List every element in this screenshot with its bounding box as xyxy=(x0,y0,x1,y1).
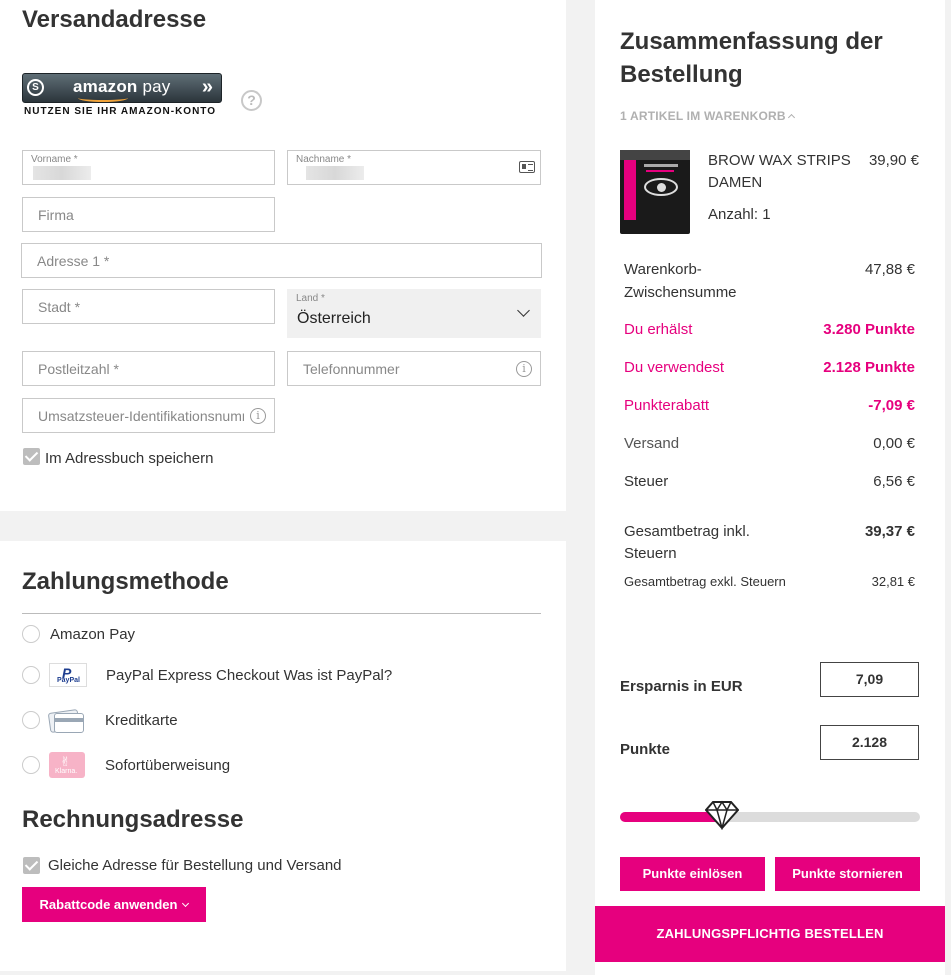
amazon-logo-pay: pay xyxy=(142,77,171,96)
points-earned-value: 3.280 Punkte xyxy=(823,321,915,338)
info-icon[interactable]: i xyxy=(516,361,532,377)
last-name-label: Nachname * xyxy=(296,154,352,165)
shipping-title: Versandadresse xyxy=(22,6,207,33)
amazon-pay-s-icon: S xyxy=(27,79,44,96)
savings-label: Ersparnis in EUR xyxy=(620,678,743,695)
cart-items-toggle[interactable]: 1 ARTIKEL IM WARENKORB xyxy=(620,109,795,123)
first-name-label: Vorname * xyxy=(31,154,78,165)
help-icon[interactable]: ? xyxy=(241,90,262,111)
points-used-label: Du verwendest xyxy=(624,359,725,376)
chevron-down-icon xyxy=(182,899,190,908)
radio-paypal[interactable] xyxy=(22,666,40,684)
payment-method-sofort[interactable]: Sofortüberweisung xyxy=(105,757,230,774)
amazon-pay-button[interactable]: S amazon pay » xyxy=(22,73,222,103)
same-address-checkbox[interactable] xyxy=(23,857,40,874)
shipping-cost-value: 0,00 € xyxy=(873,435,915,452)
points-discount-label: Punkterabatt xyxy=(624,397,710,414)
company-placeholder: Firma xyxy=(38,207,74,223)
points-used-value: 2.128 Punkte xyxy=(823,359,915,376)
subtotal-value: 47,88 € xyxy=(864,261,915,278)
points-earned-label: Du erhälst xyxy=(624,321,693,338)
net-total-value: 32,81 € xyxy=(871,574,915,589)
shipping-cost-label: Versand xyxy=(624,435,680,452)
net-total-label: Gesamtbetrag exkl. Steuern xyxy=(624,574,786,589)
points-input[interactable]: 2.128 xyxy=(820,725,919,760)
product-price: 39,90 € xyxy=(868,152,919,169)
total-label-line1: Gesamtbetrag inkl. xyxy=(624,523,750,540)
apply-coupon-button[interactable]: Rabattcode anwenden xyxy=(22,887,206,922)
points-slider[interactable] xyxy=(620,800,920,831)
summary-title-line1: Zusammenfassung der xyxy=(620,28,883,55)
amazon-pay-subtitle: NUTZEN SIE IHR AMAZON-KONTO xyxy=(24,106,216,117)
redeem-points-button[interactable]: Punkte einlösen xyxy=(620,857,765,891)
country-value: Österreich xyxy=(297,310,371,327)
save-address-label: Im Adressbuch speichern xyxy=(45,450,214,467)
summary-title-line2: Bestellung xyxy=(620,61,743,88)
radio-credit-card[interactable] xyxy=(22,711,40,729)
product-name-line2: DAMEN xyxy=(708,174,763,191)
product-quantity: Anzahl: 1 xyxy=(708,206,771,223)
payment-method-amazon-pay[interactable]: Amazon Pay xyxy=(50,626,135,643)
payment-divider xyxy=(22,613,541,614)
first-name-value-redacted xyxy=(33,166,91,180)
subtotal-label-line2: Zwischensumme xyxy=(624,284,737,301)
product-image xyxy=(620,150,690,234)
first-name-field[interactable]: Vorname * xyxy=(22,150,275,185)
last-name-value-redacted xyxy=(306,166,364,180)
country-label: Land * xyxy=(296,293,325,304)
klarna-logo-icon: ✌ Klarna. xyxy=(49,752,85,778)
radio-amazon-pay[interactable] xyxy=(22,625,40,643)
info-icon[interactable]: i xyxy=(250,408,266,424)
cart-items-label: 1 ARTIKEL IM WARENKORB xyxy=(620,109,786,123)
apply-coupon-label: Rabattcode anwenden xyxy=(39,897,178,912)
total-label-line2: Steuern xyxy=(624,545,677,562)
tax-value: 6,56 € xyxy=(873,473,915,490)
chevron-down-icon xyxy=(517,304,530,317)
paypal-logo-icon: P PayPal xyxy=(49,663,87,687)
double-chevron-right-icon: » xyxy=(201,76,213,98)
points-discount-value: -7,09 € xyxy=(868,397,915,414)
vat-id-field[interactable]: Umsatzsteuer-Identifikationsnummer i xyxy=(22,398,275,433)
chevron-up-icon xyxy=(787,113,795,122)
postal-code-field[interactable]: Postleitzahl * xyxy=(22,351,275,386)
phone-placeholder: Telefonnummer xyxy=(303,361,400,377)
diamond-icon[interactable] xyxy=(704,800,740,831)
product-name-line1: BROW WAX STRIPS xyxy=(708,152,851,169)
contact-card-icon[interactable] xyxy=(519,161,535,173)
address-field[interactable]: Adresse 1 * xyxy=(21,243,542,278)
savings-input[interactable]: 7,09 xyxy=(820,662,919,697)
place-order-button[interactable]: ZAHLUNGSPFLICHTIG BESTELLEN xyxy=(595,906,945,962)
company-field[interactable]: Firma xyxy=(22,197,275,232)
radio-sofort[interactable] xyxy=(22,756,40,774)
total-value: 39,37 € xyxy=(864,523,915,540)
vat-id-placeholder: Umsatzsteuer-Identifikationsnummer xyxy=(38,408,244,424)
subtotal-label-line1: Warenkorb- xyxy=(624,261,702,278)
tax-label: Steuer xyxy=(624,473,669,490)
last-name-field[interactable]: Nachname * xyxy=(287,150,541,185)
same-address-label: Gleiche Adresse für Bestellung und Versa… xyxy=(48,857,342,874)
paypal-logo-text: PayPal xyxy=(57,677,80,684)
country-select[interactable]: Land * Österreich xyxy=(287,289,541,338)
payment-method-paypal[interactable]: PayPal Express Checkout Was ist PayPal? xyxy=(106,667,392,684)
payment-method-credit-card[interactable]: Kreditkarte xyxy=(105,712,178,729)
cancel-points-button[interactable]: Punkte stornieren xyxy=(775,857,920,891)
credit-card-icon xyxy=(47,707,85,733)
save-address-checkbox[interactable] xyxy=(23,448,40,465)
city-placeholder: Stadt * xyxy=(38,299,81,315)
klarna-logo-text: Klarna. xyxy=(55,768,78,775)
points-label: Punkte xyxy=(620,741,671,758)
amazon-smile-icon xyxy=(78,94,128,102)
billing-title: Rechnungsadresse xyxy=(22,806,244,833)
address-placeholder: Adresse 1 * xyxy=(37,253,110,269)
postal-code-placeholder: Postleitzahl * xyxy=(38,361,119,377)
payment-title: Zahlungsmethode xyxy=(22,568,229,595)
city-field[interactable]: Stadt * xyxy=(22,289,275,324)
phone-field[interactable]: Telefonnummer i xyxy=(287,351,541,386)
